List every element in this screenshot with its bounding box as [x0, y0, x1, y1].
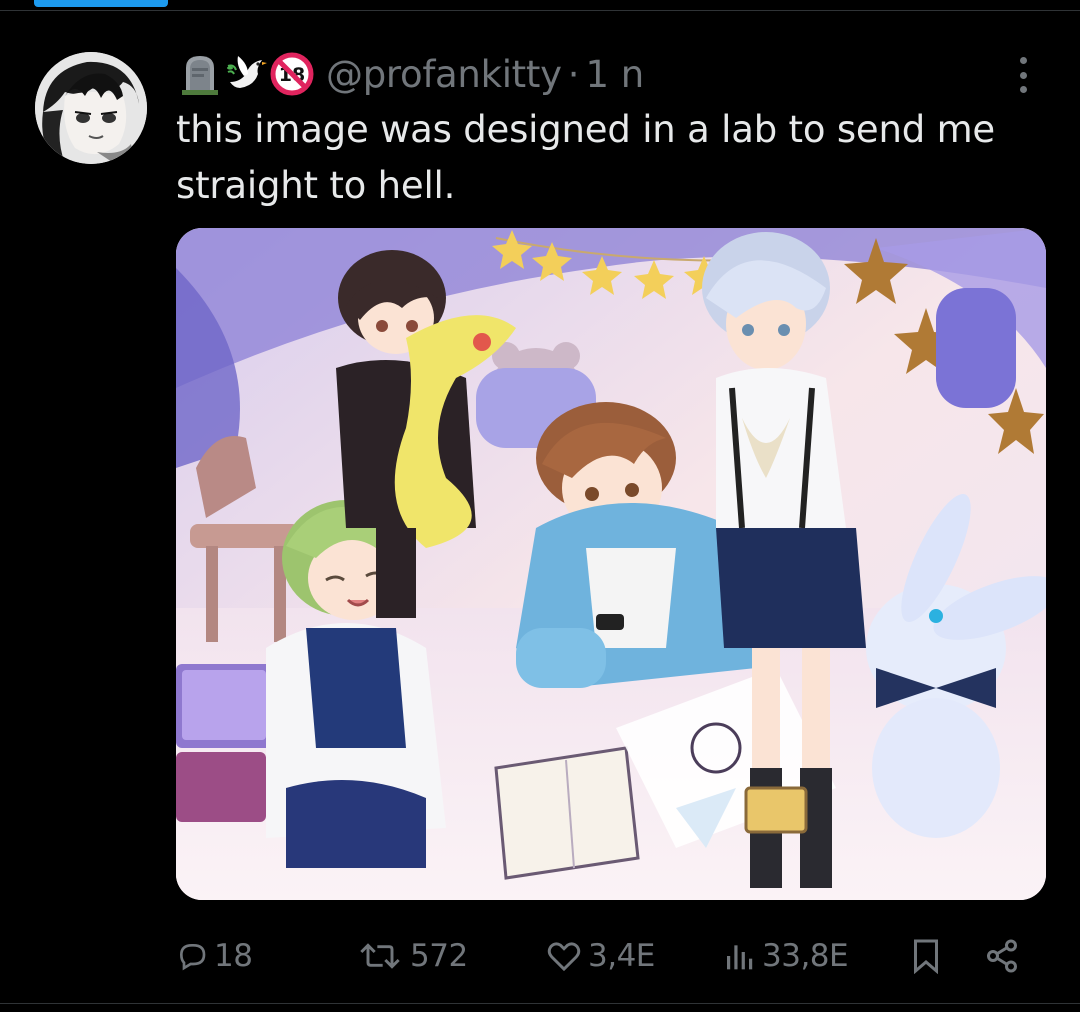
top-divider [0, 10, 1080, 11]
headstone-emoji-icon [178, 52, 222, 96]
share-button[interactable] [984, 928, 1020, 984]
tweet-action-bar: 18 572 3,4E 33,8E [176, 928, 1046, 984]
more-options-icon[interactable] [1010, 55, 1036, 95]
tweet-header: 18 @profankitty · 1 n [178, 50, 644, 98]
view-count: 33,8E [762, 938, 849, 974]
tweet-text: this image was designed in a lab to send… [176, 108, 995, 207]
reply-button[interactable]: 18 [176, 928, 253, 984]
bottom-divider [0, 1003, 1080, 1004]
like-count: 3,4E [588, 938, 655, 974]
author-handle[interactable]: @profankitty [326, 53, 562, 96]
reply-count: 18 [214, 938, 253, 974]
repost-icon [356, 940, 404, 972]
dove-emoji-icon [224, 52, 268, 96]
tweet-timestamp[interactable]: 1 n [585, 53, 644, 96]
active-tab-indicator [34, 0, 168, 7]
share-icon [984, 938, 1020, 974]
like-button[interactable]: 3,4E [546, 928, 655, 984]
repost-button[interactable]: 572 [356, 928, 468, 984]
repost-count: 572 [410, 938, 468, 974]
bar-chart-icon [722, 940, 756, 972]
reply-icon [176, 940, 208, 972]
views-button[interactable]: 33,8E [722, 928, 849, 984]
avatar[interactable] [35, 52, 147, 164]
tweet-media-image[interactable] [176, 228, 1046, 900]
separator-dot: · [567, 52, 580, 96]
heart-icon [546, 940, 582, 972]
bookmark-button[interactable] [910, 928, 942, 984]
no-under-18-emoji-icon: 18 [270, 52, 314, 96]
bookmark-icon [910, 938, 942, 974]
